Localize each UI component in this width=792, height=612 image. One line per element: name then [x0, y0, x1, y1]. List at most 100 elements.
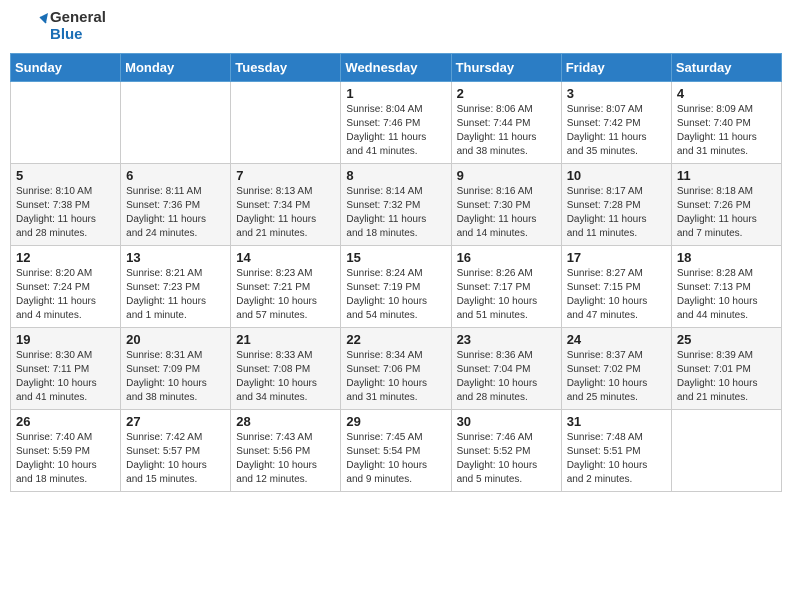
calendar-cell: 6Sunrise: 8:11 AM Sunset: 7:36 PM Daylig…	[121, 164, 231, 246]
day-number: 5	[16, 168, 115, 183]
calendar-table: SundayMondayTuesdayWednesdayThursdayFrid…	[10, 53, 782, 492]
calendar-cell: 14Sunrise: 8:23 AM Sunset: 7:21 PM Dayli…	[231, 246, 341, 328]
calendar-cell: 19 Sunrise: 8:30 AM Sunset: 7:11 PM Dayli…	[11, 328, 121, 410]
day-info: Sunrise: 8:06 AM Sunset: 7:44 PM Dayligh…	[457, 103, 556, 159]
day-info: Sunrise: 8:16 AM Sunset: 7:30 PM Dayligh…	[457, 185, 556, 241]
day-info: Sunrise: 7:45 AM Sunset: 5:54 PM Dayligh…	[346, 431, 445, 487]
calendar-cell: 8Sunrise: 8:14 AM Sunset: 7:32 PM Daylig…	[341, 164, 451, 246]
day-info: Sunrise: 8:14 AM Sunset: 7:32 PM Dayligh…	[346, 185, 445, 241]
calendar-week-row: 12 Sunrise: 8:20 AM Sunset: 7:24 PM Dayli…	[11, 246, 782, 328]
calendar-cell: 17 Sunrise: 8:27 AM Sunset: 7:15 PM Dayli…	[561, 246, 671, 328]
day-of-week-header: Wednesday	[341, 54, 451, 82]
logo-blue: Blue	[50, 27, 106, 44]
page-header: General Blue	[10, 10, 782, 43]
day-info: Sunrise: 8:11 AM Sunset: 7:36 PM Dayligh…	[126, 185, 225, 241]
calendar-cell: 30 Sunrise: 7:46 AM Sunset: 5:52 PM Dayli…	[451, 410, 561, 492]
day-info: Sunrise: 8:07 AM Sunset: 7:42 PM Dayligh…	[567, 103, 666, 159]
calendar-cell: 24 Sunrise: 8:37 AM Sunset: 7:02 PM Dayli…	[561, 328, 671, 410]
calendar-cell: 18 Sunrise: 8:28 AM Sunset: 7:13 PM Dayli…	[671, 246, 781, 328]
calendar-cell: 3 Sunrise: 8:07 AM Sunset: 7:42 PM Daylig…	[561, 82, 671, 164]
calendar-cell	[121, 82, 231, 164]
day-info: Sunrise: 8:24 AM Sunset: 7:19 PM Dayligh…	[346, 267, 445, 323]
day-number: 19	[16, 332, 115, 347]
day-number: 30	[457, 414, 556, 429]
calendar-cell: 29 Sunrise: 7:45 AM Sunset: 5:54 PM Dayli…	[341, 410, 451, 492]
calendar-cell: 28Sunrise: 7:43 AM Sunset: 5:56 PM Dayli…	[231, 410, 341, 492]
calendar-cell: 15 Sunrise: 8:24 AM Sunset: 7:19 PM Dayli…	[341, 246, 451, 328]
day-number: 16	[457, 250, 556, 265]
day-info: Sunrise: 8:26 AM Sunset: 7:17 PM Dayligh…	[457, 267, 556, 323]
calendar-cell: 25 Sunrise: 8:39 AM Sunset: 7:01 PM Dayli…	[671, 328, 781, 410]
calendar-cell	[671, 410, 781, 492]
calendar-cell: 12 Sunrise: 8:20 AM Sunset: 7:24 PM Dayli…	[11, 246, 121, 328]
day-info: Sunrise: 8:31 AM Sunset: 7:09 PM Dayligh…	[126, 349, 225, 405]
logo: General Blue	[20, 10, 106, 43]
calendar-cell: 7Sunrise: 8:13 AM Sunset: 7:34 PM Daylig…	[231, 164, 341, 246]
day-of-week-header: Saturday	[671, 54, 781, 82]
day-info: Sunrise: 7:43 AM Sunset: 5:56 PM Dayligh…	[236, 431, 335, 487]
day-info: Sunrise: 7:42 AM Sunset: 5:57 PM Dayligh…	[126, 431, 225, 487]
day-info: Sunrise: 7:40 AM Sunset: 5:59 PM Dayligh…	[16, 431, 115, 487]
day-number: 21	[236, 332, 335, 347]
day-number: 22	[346, 332, 445, 347]
day-number: 11	[677, 168, 776, 183]
day-info: Sunrise: 8:30 AM Sunset: 7:11 PM Dayligh…	[16, 349, 115, 405]
day-number: 25	[677, 332, 776, 347]
logo-general: General	[50, 10, 106, 27]
calendar-week-row: 19 Sunrise: 8:30 AM Sunset: 7:11 PM Dayli…	[11, 328, 782, 410]
day-number: 18	[677, 250, 776, 265]
calendar-cell: 11 Sunrise: 8:18 AM Sunset: 7:26 PM Dayli…	[671, 164, 781, 246]
day-number: 12	[16, 250, 115, 265]
day-info: Sunrise: 8:34 AM Sunset: 7:06 PM Dayligh…	[346, 349, 445, 405]
day-info: Sunrise: 8:28 AM Sunset: 7:13 PM Dayligh…	[677, 267, 776, 323]
day-info: Sunrise: 8:20 AM Sunset: 7:24 PM Dayligh…	[16, 267, 115, 323]
day-info: Sunrise: 8:10 AM Sunset: 7:38 PM Dayligh…	[16, 185, 115, 241]
day-of-week-header: Friday	[561, 54, 671, 82]
calendar-week-row: 26Sunrise: 7:40 AM Sunset: 5:59 PM Dayli…	[11, 410, 782, 492]
day-info: Sunrise: 8:27 AM Sunset: 7:15 PM Dayligh…	[567, 267, 666, 323]
calendar-cell: 10Sunrise: 8:17 AM Sunset: 7:28 PM Dayli…	[561, 164, 671, 246]
calendar-cell	[11, 82, 121, 164]
calendar-cell: 20 Sunrise: 8:31 AM Sunset: 7:09 PM Dayli…	[121, 328, 231, 410]
calendar-cell: 31Sunrise: 7:48 AM Sunset: 5:51 PM Dayli…	[561, 410, 671, 492]
calendar-cell: 26Sunrise: 7:40 AM Sunset: 5:59 PM Dayli…	[11, 410, 121, 492]
day-info: Sunrise: 8:33 AM Sunset: 7:08 PM Dayligh…	[236, 349, 335, 405]
day-number: 2	[457, 86, 556, 101]
day-number: 17	[567, 250, 666, 265]
day-number: 24	[567, 332, 666, 347]
day-number: 3	[567, 86, 666, 101]
day-of-week-header: Thursday	[451, 54, 561, 82]
calendar-cell: 13Sunrise: 8:21 AM Sunset: 7:23 PM Dayli…	[121, 246, 231, 328]
day-number: 27	[126, 414, 225, 429]
day-info: Sunrise: 8:39 AM Sunset: 7:01 PM Dayligh…	[677, 349, 776, 405]
day-info: Sunrise: 8:13 AM Sunset: 7:34 PM Dayligh…	[236, 185, 335, 241]
calendar-cell: 16 Sunrise: 8:26 AM Sunset: 7:17 PM Dayli…	[451, 246, 561, 328]
day-number: 20	[126, 332, 225, 347]
day-info: Sunrise: 8:17 AM Sunset: 7:28 PM Dayligh…	[567, 185, 666, 241]
calendar-cell: 23 Sunrise: 8:36 AM Sunset: 7:04 PM Dayli…	[451, 328, 561, 410]
calendar-cell: 22 Sunrise: 8:34 AM Sunset: 7:06 PM Dayli…	[341, 328, 451, 410]
day-info: Sunrise: 8:36 AM Sunset: 7:04 PM Dayligh…	[457, 349, 556, 405]
logo-text: General Blue	[20, 10, 106, 43]
day-of-week-header: Tuesday	[231, 54, 341, 82]
day-number: 9	[457, 168, 556, 183]
calendar-cell: 9 Sunrise: 8:16 AM Sunset: 7:30 PM Daylig…	[451, 164, 561, 246]
day-number: 29	[346, 414, 445, 429]
day-number: 4	[677, 86, 776, 101]
calendar-cell: 4 Sunrise: 8:09 AM Sunset: 7:40 PM Daylig…	[671, 82, 781, 164]
calendar-cell: 27 Sunrise: 7:42 AM Sunset: 5:57 PM Dayli…	[121, 410, 231, 492]
day-info: Sunrise: 8:23 AM Sunset: 7:21 PM Dayligh…	[236, 267, 335, 323]
calendar-cell: 2 Sunrise: 8:06 AM Sunset: 7:44 PM Daylig…	[451, 82, 561, 164]
day-info: Sunrise: 8:09 AM Sunset: 7:40 PM Dayligh…	[677, 103, 776, 159]
day-info: Sunrise: 8:18 AM Sunset: 7:26 PM Dayligh…	[677, 185, 776, 241]
day-info: Sunrise: 7:48 AM Sunset: 5:51 PM Dayligh…	[567, 431, 666, 487]
day-info: Sunrise: 8:04 AM Sunset: 7:46 PM Dayligh…	[346, 103, 445, 159]
day-info: Sunrise: 8:37 AM Sunset: 7:02 PM Dayligh…	[567, 349, 666, 405]
day-of-week-header: Monday	[121, 54, 231, 82]
day-info: Sunrise: 7:46 AM Sunset: 5:52 PM Dayligh…	[457, 431, 556, 487]
calendar-cell: 5 Sunrise: 8:10 AM Sunset: 7:38 PM Daylig…	[11, 164, 121, 246]
day-number: 23	[457, 332, 556, 347]
day-number: 13	[126, 250, 225, 265]
calendar-cell: 1Sunrise: 8:04 AM Sunset: 7:46 PM Daylig…	[341, 82, 451, 164]
day-number: 15	[346, 250, 445, 265]
